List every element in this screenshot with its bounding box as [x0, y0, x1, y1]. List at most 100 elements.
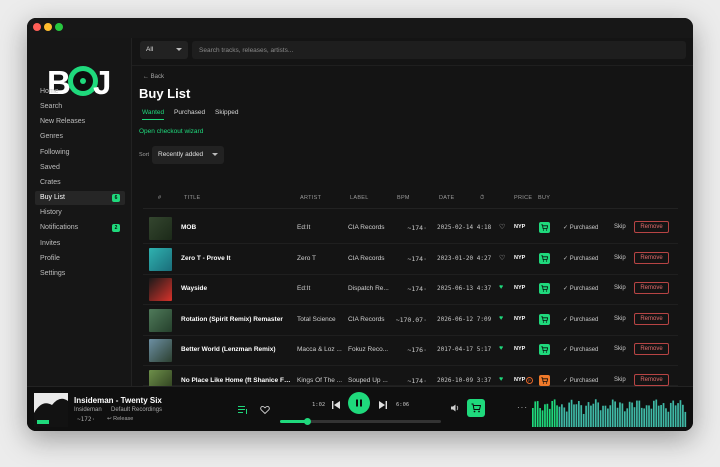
sidebar-item-saved[interactable]: Saved	[35, 161, 125, 175]
track-label[interactable]: CIA Records	[348, 255, 390, 262]
skip-button[interactable]: Skip	[614, 285, 626, 291]
skip-button[interactable]: Skip	[614, 377, 626, 383]
sidebar-item-buy-list[interactable]: Buy List 6	[35, 191, 125, 205]
purchased-status[interactable]: ✓ Purchased	[563, 255, 598, 262]
table-row[interactable]: Rotation (Spirit Remix) Remaster Total Sc…	[143, 306, 678, 336]
buy-button[interactable]	[539, 253, 550, 264]
track-artist[interactable]: Zero T	[297, 255, 345, 262]
close-window-button[interactable]	[33, 23, 41, 31]
track-title[interactable]: Better World (Lenzman Remix)	[181, 346, 293, 353]
purchased-status[interactable]: ✓ Purchased	[563, 224, 598, 231]
track-artist[interactable]: Total Science	[297, 316, 345, 323]
sidebar-item-home[interactable]: Home	[35, 85, 125, 99]
heart-icon[interactable]: ♥	[499, 315, 503, 322]
sidebar-item-new-releases[interactable]: New Releases	[35, 115, 125, 129]
sidebar-item-notifications[interactable]: Notifications 2	[35, 221, 125, 235]
track-artist[interactable]: Macca & Loz ...	[297, 346, 345, 353]
skip-button[interactable]: Skip	[614, 346, 626, 352]
buy-button[interactable]	[539, 283, 550, 294]
col-header-date[interactable]: DATE	[439, 195, 454, 201]
remove-button[interactable]: Remove	[634, 221, 669, 233]
table-row[interactable]: Wayside Ed:It Dispatch Re... ~174· 2025-06-1…	[143, 275, 678, 305]
maximize-window-button[interactable]	[55, 23, 63, 31]
track-artist[interactable]: Ed:It	[297, 285, 345, 292]
table-row[interactable]: No Place Like Home (ft Shanice Fo... King…	[143, 367, 678, 393]
heart-icon[interactable]: ♡	[499, 223, 505, 231]
track-title[interactable]: No Place Like Home (ft Shanice Fo...	[181, 377, 293, 384]
col-header-title[interactable]: TITLE	[184, 195, 200, 201]
seek-bar[interactable]	[280, 418, 441, 425]
search-input[interactable]	[192, 41, 686, 59]
seek-bar-handle[interactable]	[304, 418, 312, 425]
tab-wanted[interactable]: Wanted	[142, 109, 165, 120]
remove-button[interactable]: Remove	[634, 343, 669, 355]
buy-now-button[interactable]	[467, 399, 485, 417]
tab-skipped[interactable]: Skipped	[215, 109, 239, 120]
sidebar-item-crates[interactable]: Crates	[35, 176, 125, 190]
track-artist[interactable]: Ed:It	[297, 224, 345, 231]
now-playing-label[interactable]: Default Recordings	[111, 407, 162, 413]
heart-icon[interactable]: ♥	[499, 345, 503, 352]
minimize-window-button[interactable]	[44, 23, 52, 31]
tab-purchased[interactable]: Purchased	[174, 109, 205, 120]
track-artwork[interactable]	[149, 217, 172, 240]
purchased-status[interactable]: ✓ Purchased	[563, 285, 598, 292]
now-playing-artwork[interactable]	[34, 393, 68, 427]
search-scope-select[interactable]: All	[140, 41, 188, 59]
waveform[interactable]	[532, 391, 687, 427]
table-row[interactable]: Better World (Lenzman Remix) Macca & Loz …	[143, 336, 678, 366]
track-label[interactable]: Souped Up ...	[348, 377, 390, 384]
next-track-icon[interactable]	[378, 400, 388, 410]
heart-icon[interactable]: ♥	[499, 284, 503, 291]
volume-icon[interactable]	[450, 403, 460, 413]
track-label[interactable]: Fokuz Reco...	[348, 346, 390, 353]
heart-icon[interactable]: ♥	[499, 376, 503, 383]
back-link[interactable]: ← Back	[143, 74, 164, 80]
sort-select[interactable]: Recently added	[152, 146, 224, 164]
heart-icon[interactable]: ♡	[499, 254, 505, 262]
buy-button[interactable]	[539, 344, 550, 355]
track-label[interactable]: Dispatch Re...	[348, 285, 390, 292]
remove-button[interactable]: Remove	[634, 374, 669, 386]
remove-button[interactable]: Remove	[634, 313, 669, 325]
sidebar-item-profile[interactable]: Profile	[35, 252, 125, 266]
purchased-status[interactable]: ✓ Purchased	[563, 346, 598, 353]
track-artwork[interactable]	[149, 339, 172, 362]
table-row[interactable]: Zero T - Prove It Zero T CIA Records ~174· 2…	[143, 245, 678, 275]
buy-button[interactable]	[539, 375, 550, 386]
checkout-wizard-link[interactable]: Open checkout wizard	[139, 128, 203, 135]
col-header-length[interactable]: ⏱	[480, 195, 485, 202]
purchased-status[interactable]: ✓ Purchased	[563, 316, 598, 323]
track-title[interactable]: MOB	[181, 224, 293, 231]
skip-button[interactable]: Skip	[614, 255, 626, 261]
remove-button[interactable]: Remove	[634, 252, 669, 264]
skip-button[interactable]: Skip	[614, 224, 626, 230]
more-options-icon[interactable]: ···	[517, 403, 528, 412]
sidebar-item-invites[interactable]: Invites	[35, 237, 125, 251]
track-title[interactable]: Zero T - Prove It	[181, 255, 293, 262]
track-label[interactable]: CIA Records	[348, 316, 390, 323]
sidebar-item-settings[interactable]: Settings	[35, 267, 125, 281]
track-artwork[interactable]	[149, 248, 172, 271]
release-link[interactable]: ↩ Release	[107, 416, 133, 422]
queue-icon[interactable]	[238, 405, 248, 415]
play-pause-button[interactable]	[348, 392, 370, 414]
purchased-status[interactable]: ✓ Purchased	[563, 377, 598, 384]
track-title[interactable]: Wayside	[181, 285, 293, 292]
track-artwork[interactable]	[149, 278, 172, 301]
skip-button[interactable]: Skip	[614, 316, 626, 322]
track-artist[interactable]: Kings Of The ...	[297, 377, 345, 384]
buy-button[interactable]	[539, 222, 550, 233]
buy-button[interactable]	[539, 314, 550, 325]
col-header-label[interactable]: LABEL	[350, 195, 369, 201]
track-artwork[interactable]	[149, 309, 172, 332]
table-row[interactable]: MOB Ed:It CIA Records ~174· 2025-02-14 4:18 ♡…	[143, 214, 678, 244]
sidebar-item-following[interactable]: Following	[35, 146, 125, 160]
sidebar-item-genres[interactable]: Genres	[35, 130, 125, 144]
now-playing-artist[interactable]: Insideman	[74, 407, 102, 413]
previous-track-icon[interactable]	[331, 400, 341, 410]
track-label[interactable]: CIA Records	[348, 224, 390, 231]
remove-button[interactable]: Remove	[634, 282, 669, 294]
sidebar-item-search[interactable]: Search	[35, 100, 125, 114]
col-header-price[interactable]: PRICE	[514, 195, 532, 201]
